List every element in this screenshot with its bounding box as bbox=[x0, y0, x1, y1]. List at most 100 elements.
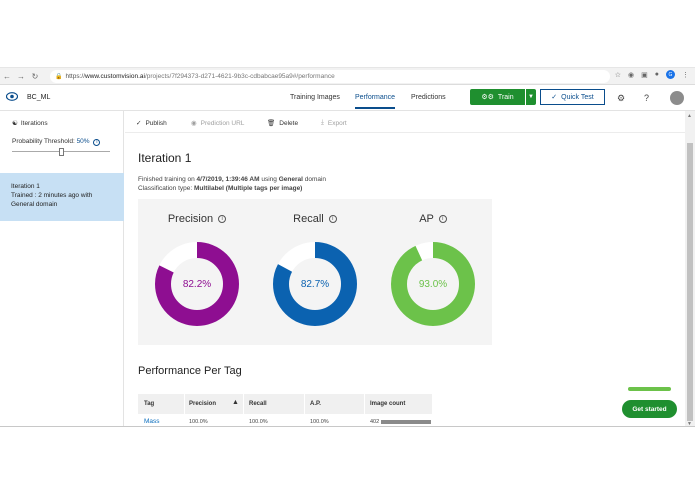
iteration-item-title: Iteration 1 bbox=[11, 183, 40, 190]
quick-test-button[interactable]: ✓ Quick Test bbox=[540, 89, 605, 105]
threshold-slider-handle[interactable] bbox=[59, 148, 64, 156]
scroll-up-icon[interactable]: ▲ bbox=[687, 113, 692, 119]
export-button[interactable]: ⤓ Export bbox=[321, 119, 347, 127]
finished-date: 4/7/2019, 1:39:46 AM bbox=[196, 176, 260, 183]
scroll-down-icon[interactable]: ▼ bbox=[687, 421, 692, 426]
globe-icon: ◉ bbox=[191, 120, 197, 127]
extension-icon[interactable]: ● bbox=[655, 71, 659, 78]
column-header-tag[interactable]: Tag bbox=[144, 401, 154, 407]
iteration-toolbar: ✓ Publish ◉ Prediction URL 🗑 Delete ⤓ Ex… bbox=[125, 111, 685, 133]
delete-button[interactable]: 🗑 Delete bbox=[267, 119, 299, 128]
tab-performance[interactable]: Performance bbox=[355, 94, 396, 109]
finished-domain: General bbox=[278, 176, 303, 183]
prediction-url-label: Prediction URL bbox=[200, 119, 245, 127]
metric-label: Precision i bbox=[138, 213, 256, 225]
vertical-scrollbar[interactable]: ▲ ▼ bbox=[685, 111, 695, 426]
extension-icon[interactable]: ◉ bbox=[628, 71, 634, 79]
iterations-sidebar: ☯ Iterations Probability Threshold: 50% … bbox=[0, 111, 124, 426]
tab-training-images[interactable]: Training Images bbox=[290, 94, 340, 101]
metric-label: Recall i bbox=[256, 213, 374, 225]
get-started-progress bbox=[628, 387, 671, 391]
metric-label-text: Precision bbox=[167, 213, 214, 225]
info-icon[interactable]: i bbox=[218, 215, 227, 224]
app-window: ← → ↻ 🔒 https://www.customvision.ai/proj… bbox=[0, 67, 695, 427]
finished-suffix: domain bbox=[302, 176, 327, 183]
table-cell-precision: 100.0% bbox=[189, 419, 208, 425]
reload-icon[interactable]: ↻ bbox=[28, 72, 42, 81]
browser-toolbar: ← → ↻ 🔒 https://www.customvision.ai/proj… bbox=[0, 68, 695, 85]
iteration-list-item[interactable]: Iteration 1 Trained : 2 minutes ago with… bbox=[0, 173, 124, 221]
column-header-recall[interactable]: Recall bbox=[249, 401, 267, 407]
page-title: Iteration 1 bbox=[138, 151, 192, 165]
info-icon[interactable]: i bbox=[328, 215, 337, 224]
probability-threshold: Probability Threshold: 50% i bbox=[12, 138, 101, 146]
chevron-down-icon: ▼ bbox=[528, 94, 534, 100]
export-label: Export bbox=[327, 119, 347, 127]
iterations-header: ☯ Iterations bbox=[12, 119, 48, 128]
sort-up-icon[interactable]: ▲ bbox=[232, 399, 239, 406]
section-title: Performance Per Tag bbox=[138, 365, 242, 377]
gears-icon: ⚙⚙ bbox=[481, 94, 494, 101]
app-header: BC_ML Training Images Performance Predic… bbox=[0, 85, 695, 111]
metric-precision: Precision i 82.2% bbox=[138, 199, 256, 345]
classification-type: Multilabel (Multiple tags per image) bbox=[194, 185, 303, 192]
publish-button[interactable]: ✓ Publish bbox=[136, 119, 167, 128]
check-icon: ✓ bbox=[136, 120, 142, 127]
metric-ap: AP i 93.0% bbox=[374, 199, 492, 345]
main-content: ✓ Publish ◉ Prediction URL 🗑 Delete ⤓ Ex… bbox=[125, 111, 685, 426]
column-header-precision[interactable]: Precision bbox=[189, 401, 216, 407]
info-icon[interactable]: i bbox=[93, 139, 101, 146]
gear-icon[interactable]: ⚙ bbox=[617, 93, 625, 104]
metric-label-text: AP bbox=[419, 213, 434, 225]
star-icon[interactable]: ☆ bbox=[615, 71, 621, 79]
classification-info: Classification type: Multilabel (Multipl… bbox=[138, 185, 302, 192]
forward-icon[interactable]: → bbox=[14, 72, 28, 81]
project-name[interactable]: BC_ML bbox=[27, 94, 50, 101]
finished-mid: using bbox=[259, 176, 279, 183]
image-count-bar bbox=[381, 420, 431, 424]
table-header-row: Tag Precision ▲ Recall A.P. Image count bbox=[138, 394, 432, 414]
publish-label: Publish bbox=[145, 119, 167, 127]
table-cell-tag[interactable]: Mass bbox=[144, 418, 160, 425]
column-header-image-count[interactable]: Image count bbox=[370, 401, 405, 407]
more-icon[interactable]: ⋮ bbox=[682, 71, 689, 79]
train-button[interactable]: ⚙⚙ Train bbox=[470, 89, 525, 105]
tab-predictions[interactable]: Predictions bbox=[411, 94, 446, 101]
back-icon[interactable]: ← bbox=[0, 72, 14, 81]
column-header-ap[interactable]: A.P. bbox=[310, 401, 321, 407]
url-prefix: https:// bbox=[65, 73, 85, 80]
threshold-label: Probability Threshold: bbox=[12, 138, 75, 145]
eye-icon[interactable] bbox=[5, 92, 19, 104]
iterations-label: Iterations bbox=[20, 119, 48, 127]
table-cell-recall: 100.0% bbox=[249, 419, 268, 425]
get-started-button[interactable]: Get started bbox=[622, 400, 677, 418]
metric-recall: Recall i 82.7% bbox=[256, 199, 374, 345]
table-cell-image-count: 402 bbox=[370, 419, 380, 425]
extension-icon[interactable]: ▣ bbox=[641, 71, 648, 79]
recall-value: 82.7% bbox=[300, 278, 330, 290]
precision-value: 82.2% bbox=[182, 278, 212, 290]
info-icon[interactable]: i bbox=[438, 215, 447, 224]
trash-icon: 🗑 bbox=[267, 120, 276, 127]
metric-label-text: Recall bbox=[293, 213, 324, 225]
scrollbar-thumb[interactable] bbox=[687, 143, 693, 421]
download-icon: ⤓ bbox=[321, 119, 324, 126]
ap-value: 93.0% bbox=[418, 278, 448, 290]
layers-icon: ☯ bbox=[12, 120, 18, 127]
train-label: Train bbox=[497, 93, 514, 101]
check-icon: ✓ bbox=[551, 94, 558, 101]
threshold-value: 50% bbox=[76, 138, 90, 145]
table-cell-ap: 100.0% bbox=[310, 419, 329, 425]
user-avatar[interactable] bbox=[670, 91, 684, 105]
prediction-url-button[interactable]: ◉ Prediction URL bbox=[191, 119, 245, 128]
metrics-panel: Precision i 82.2% Recall i 82.7% AP i 93… bbox=[138, 199, 492, 345]
iteration-item-subtitle: Trained : 2 minutes ago with General dom… bbox=[11, 192, 93, 208]
lock-icon: 🔒 bbox=[55, 74, 63, 80]
profile-avatar[interactable]: G bbox=[666, 70, 675, 79]
address-bar[interactable]: 🔒 https://www.customvision.ai/projects/7… bbox=[50, 70, 610, 83]
help-icon[interactable]: ? bbox=[644, 93, 649, 103]
delete-label: Delete bbox=[279, 119, 299, 127]
finished-prefix: Finished training on bbox=[138, 176, 197, 183]
train-dropdown-button[interactable]: ▼ bbox=[526, 89, 536, 105]
quick-test-label: Quick Test bbox=[561, 93, 594, 101]
